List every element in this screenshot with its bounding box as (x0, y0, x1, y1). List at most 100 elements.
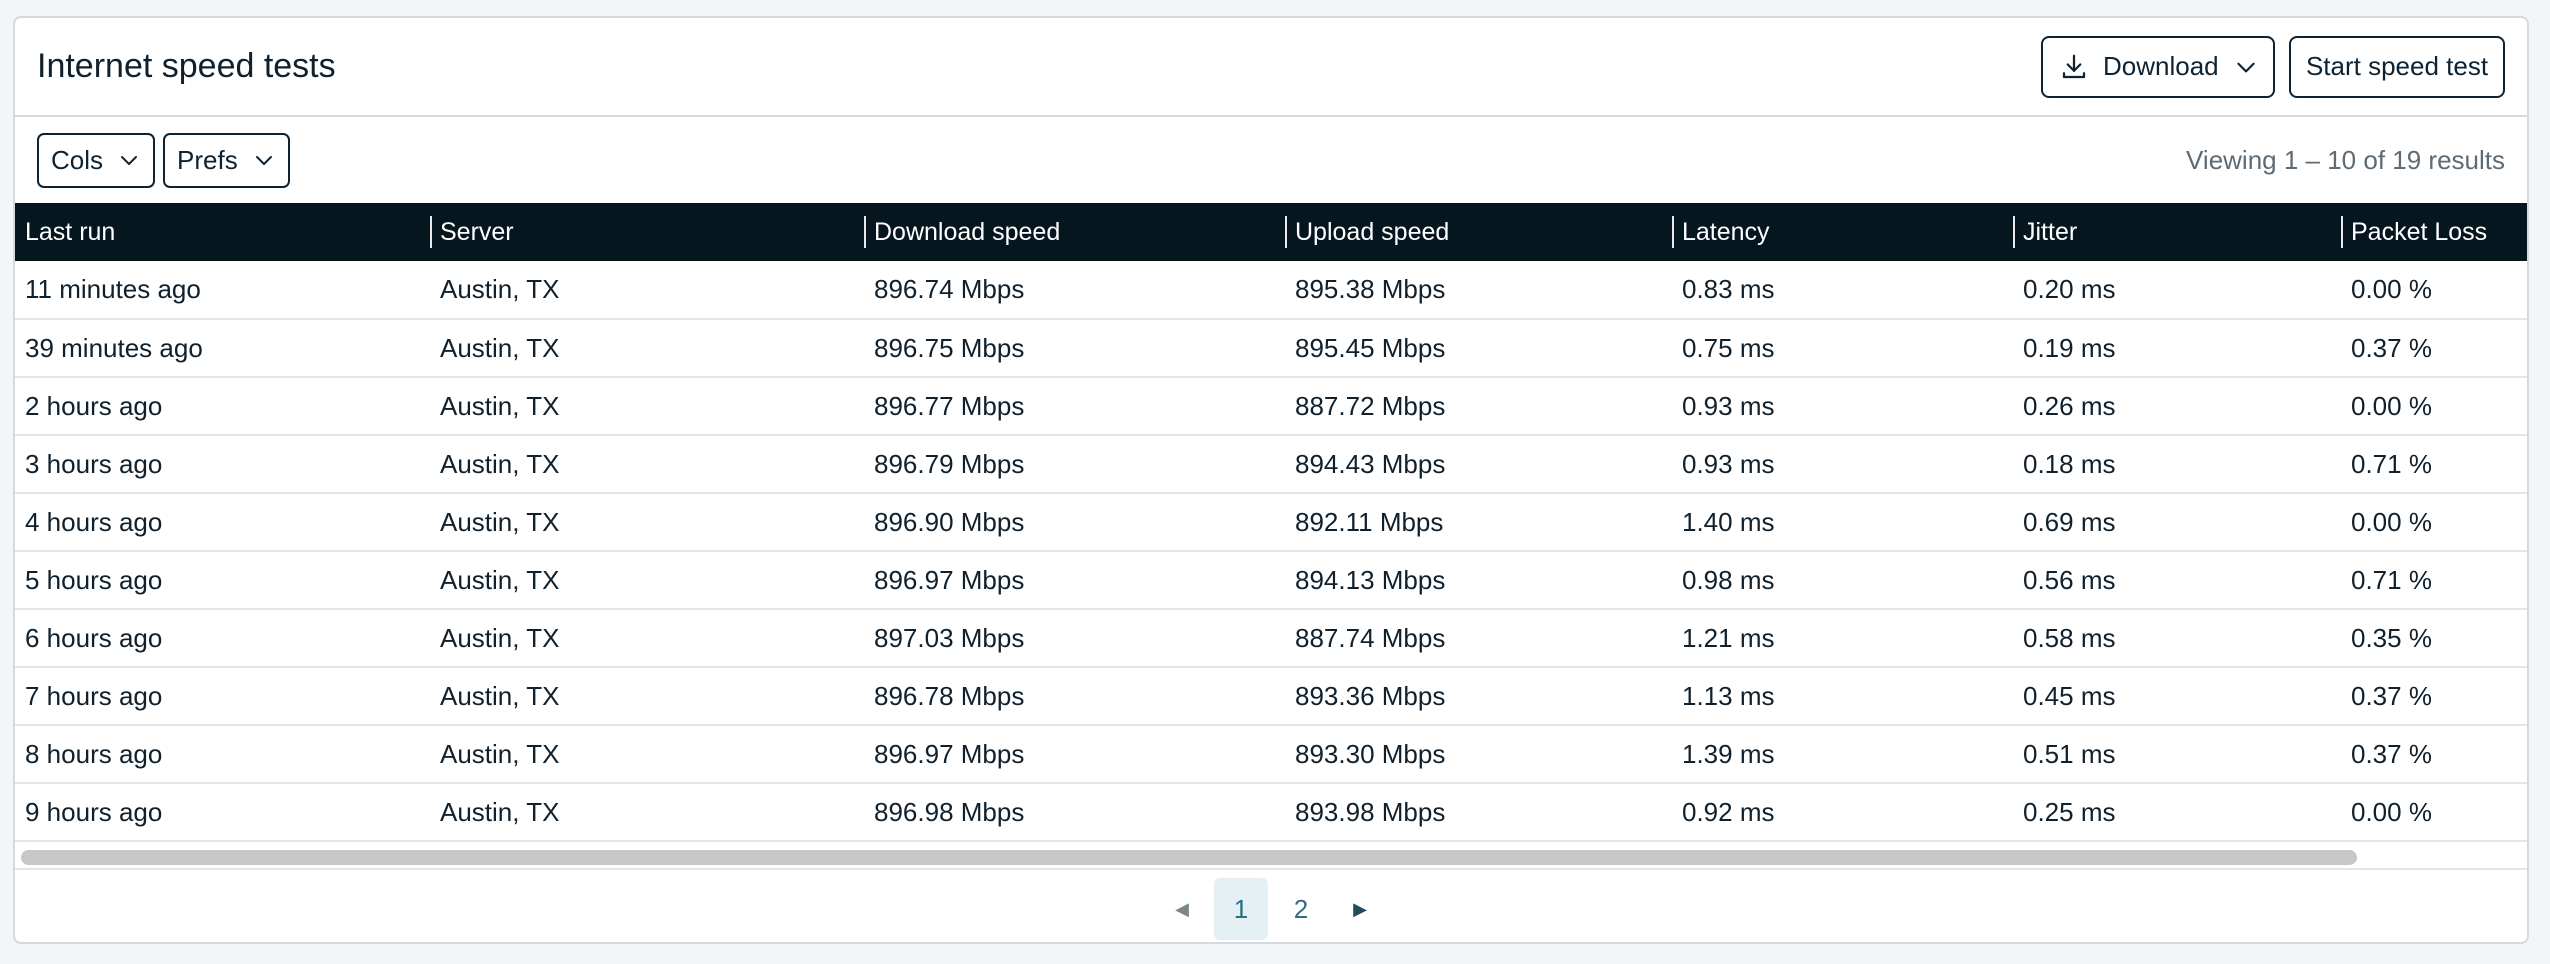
table-row[interactable]: 8 hours ago Austin, TX 896.97 Mbps 893.30 M… (15, 725, 2527, 783)
cell-download-speed: 896.75 Mbps (874, 332, 1025, 363)
cell-upload-speed: 894.13 Mbps (1295, 564, 1446, 595)
page-title: Internet speed tests (37, 47, 336, 85)
table-row[interactable]: 2 hours ago Austin, TX 896.77 Mbps 887.72 M… (15, 377, 2527, 435)
cell-latency: 0.92 ms (1682, 796, 1775, 827)
chevron-down-icon (2236, 62, 2255, 72)
cell-upload-speed: 893.36 Mbps (1295, 680, 1446, 711)
cell-last-run: 6 hours ago (25, 622, 163, 653)
cell-upload-speed: 887.72 Mbps (1295, 390, 1446, 421)
table-row[interactable]: 39 minutes ago Austin, TX 896.75 Mbps 895.4… (15, 319, 2527, 377)
horizontal-scrollbar[interactable] (15, 842, 2527, 870)
cell-download-speed: 897.03 Mbps (874, 622, 1025, 653)
cell-last-run: 2 hours ago (25, 390, 163, 421)
cell-upload-speed: 895.38 Mbps (1295, 274, 1446, 304)
column-header-download-speed[interactable]: Download speed (864, 203, 1285, 261)
chevron-down-icon (121, 156, 138, 165)
cell-jitter: 0.69 ms (2023, 506, 2116, 537)
cols-label: Cols (51, 144, 104, 175)
download-button[interactable]: Download (2041, 35, 2275, 98)
page-1-button[interactable]: 1 (1214, 878, 1268, 940)
table-row[interactable]: 3 hours ago Austin, TX 896.79 Mbps 894.43 M… (15, 435, 2527, 493)
prefs-label: Prefs (177, 144, 238, 175)
table-row[interactable]: 4 hours ago Austin, TX 896.90 Mbps 892.11 M… (15, 493, 2527, 551)
table-toolbar: Cols Prefs Viewing 1 – 10 of 19 results (15, 117, 2527, 203)
cell-jitter: 0.25 ms (2023, 796, 2116, 827)
cell-server: Austin, TX (440, 796, 560, 827)
cell-server: Austin, TX (440, 506, 560, 537)
speed-tests-table: Last run Server Download speed Upload sp… (15, 203, 2527, 842)
cell-download-speed: 896.98 Mbps (874, 796, 1025, 827)
table-row[interactable]: 7 hours ago Austin, TX 896.78 Mbps 893.36 M… (15, 667, 2527, 725)
results-count: Viewing 1 – 10 of 19 results (2186, 144, 2505, 175)
cell-download-speed: 896.77 Mbps (874, 390, 1025, 421)
cell-server: Austin, TX (440, 738, 560, 769)
cell-latency: 0.75 ms (1682, 332, 1775, 363)
cell-last-run: 4 hours ago (25, 506, 163, 537)
cell-packet-loss: 0.00 % (2351, 390, 2432, 421)
cell-last-run: 39 minutes ago (25, 332, 203, 363)
cell-latency: 1.40 ms (1682, 506, 1775, 537)
prev-page-button[interactable]: ◀ (1150, 878, 1214, 940)
cell-download-speed: 896.74 Mbps (874, 274, 1025, 304)
cell-latency: 0.93 ms (1682, 390, 1775, 421)
column-header-packet-loss[interactable]: Packet Loss (2341, 203, 2527, 261)
cell-server: Austin, TX (440, 680, 560, 711)
cell-server: Austin, TX (440, 274, 560, 304)
cell-latency: 1.13 ms (1682, 680, 1775, 711)
cell-last-run: 9 hours ago (25, 796, 163, 827)
column-header-upload-speed[interactable]: Upload speed (1285, 203, 1672, 261)
column-header-jitter[interactable]: Jitter (2013, 203, 2341, 261)
cell-packet-loss: 0.00 % (2351, 506, 2432, 537)
column-header-server[interactable]: Server (430, 203, 864, 261)
table-header: Last run Server Download speed Upload sp… (15, 203, 2527, 261)
cell-packet-loss: 0.00 % (2351, 796, 2432, 827)
cell-download-speed: 896.78 Mbps (874, 680, 1025, 711)
cell-upload-speed: 887.74 Mbps (1295, 622, 1446, 653)
cell-upload-speed: 893.30 Mbps (1295, 738, 1446, 769)
card-header: Internet speed tests Download Start spee… (15, 18, 2527, 117)
download-label: Download (2103, 51, 2219, 81)
column-header-latency[interactable]: Latency (1672, 203, 2013, 261)
cell-packet-loss: 0.37 % (2351, 738, 2432, 769)
cell-download-speed: 896.97 Mbps (874, 738, 1025, 769)
start-speed-test-button[interactable]: Start speed test (2289, 35, 2505, 98)
cell-packet-loss: 0.35 % (2351, 622, 2432, 653)
cell-last-run: 3 hours ago (25, 448, 163, 479)
cell-latency: 0.83 ms (1682, 274, 1775, 304)
cell-download-speed: 896.79 Mbps (874, 448, 1025, 479)
scrollbar-thumb[interactable] (21, 850, 2357, 865)
column-header-last-run[interactable]: Last run (15, 203, 430, 261)
cell-packet-loss: 0.71 % (2351, 564, 2432, 595)
cell-latency: 1.21 ms (1682, 622, 1775, 653)
cell-upload-speed: 894.43 Mbps (1295, 448, 1446, 479)
cell-packet-loss: 0.71 % (2351, 448, 2432, 479)
cols-button[interactable]: Cols (37, 132, 156, 188)
table-row[interactable]: 5 hours ago Austin, TX 896.97 Mbps 894.13 M… (15, 551, 2527, 609)
table-row[interactable]: 6 hours ago Austin, TX 897.03 Mbps 887.74 M… (15, 609, 2527, 667)
table-row[interactable]: 9 hours ago Austin, TX 896.98 Mbps 893.98 M… (15, 783, 2527, 841)
table-body: 11 minutes ago Austin, TX 896.74 Mbps 895.3… (15, 261, 2527, 841)
cell-upload-speed: 892.11 Mbps (1295, 506, 1444, 537)
cell-jitter: 0.51 ms (2023, 738, 2116, 769)
cell-last-run: 11 minutes ago (25, 274, 201, 304)
cell-last-run: 5 hours ago (25, 564, 163, 595)
cell-last-run: 8 hours ago (25, 738, 163, 769)
page-2-button[interactable]: 2 (1274, 878, 1328, 940)
cell-jitter: 0.58 ms (2023, 622, 2116, 653)
cell-jitter: 0.26 ms (2023, 390, 2116, 421)
cell-server: Austin, TX (440, 564, 560, 595)
next-page-button[interactable]: ▶ (1328, 878, 1392, 940)
cell-jitter: 0.45 ms (2023, 680, 2116, 711)
prefs-button[interactable]: Prefs (163, 132, 290, 188)
table-row[interactable]: 11 minutes ago Austin, TX 896.74 Mbps 895.3… (15, 261, 2527, 319)
toolbar-left: Cols Prefs (37, 132, 290, 188)
cell-jitter: 0.18 ms (2023, 448, 2116, 479)
cell-packet-loss: 0.37 % (2351, 680, 2432, 711)
cell-jitter: 0.56 ms (2023, 564, 2116, 595)
cell-jitter: 0.19 ms (2023, 332, 2116, 363)
cell-server: Austin, TX (440, 332, 560, 363)
cell-server: Austin, TX (440, 390, 560, 421)
speed-tests-card: Internet speed tests Download Start spee… (13, 16, 2529, 944)
cell-packet-loss: 0.00 % (2351, 274, 2432, 304)
download-icon (2062, 54, 2086, 78)
